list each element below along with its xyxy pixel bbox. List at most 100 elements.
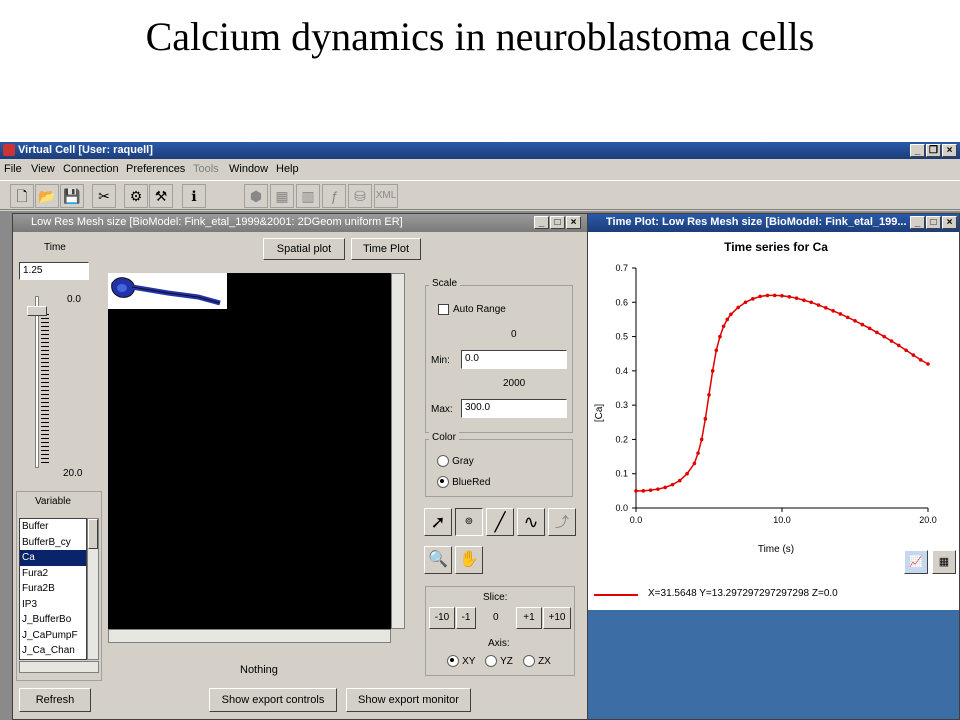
y-tick-label: 0.2 [615,434,628,444]
list-item[interactable]: Fura2B [20,581,86,597]
legend-line [594,594,638,596]
close-icon[interactable]: × [942,216,957,229]
list-item[interactable]: J_BufferBo [20,612,86,628]
data-viewer-title: Low Res Mesh size [BioModel: Fink_etal_1… [31,216,403,228]
bluered-radio[interactable]: BlueRed [437,476,490,489]
data-point [703,417,708,421]
canvas-vscrollbar[interactable] [391,273,405,629]
desktop: Low Res Mesh size [BioModel: Fink_etal_1… [0,211,960,720]
app-window: Virtual Cell [User: raquell] _ ❐ × File … [0,142,960,720]
geometry-icon[interactable]: ⬢ [244,184,268,208]
refresh-button[interactable]: Refresh [19,688,91,712]
auto-range-checkbox[interactable] [438,304,449,315]
menu-preferences[interactable]: Preferences [126,159,185,179]
menu-window[interactable]: Window [229,159,268,179]
y-tick-label: 0.1 [615,469,628,479]
info-icon[interactable]: ℹ [182,184,206,208]
curve-tool-icon[interactable]: ∿ [517,508,545,536]
database-icon[interactable]: ⛁ [348,184,372,208]
minimize-icon[interactable]: _ [910,144,925,157]
list-item[interactable]: Buffer [20,519,86,535]
minimize-icon[interactable]: _ [910,216,925,229]
open-icon[interactable]: 📂 [35,184,59,208]
max-hint: 2000 [503,378,526,389]
chart-xlabel: Time (s) [758,544,794,555]
restore-icon[interactable]: ❐ [926,144,941,157]
cut-icon[interactable]: ✂ [92,184,116,208]
show-export-monitor-button[interactable]: Show export monitor [346,688,471,712]
function-icon[interactable]: ƒ [322,184,346,208]
zoom-icon[interactable]: 🔍 [424,546,452,574]
data-point [725,317,730,322]
min-field[interactable]: 0.0 [461,350,567,369]
chart-view-icon[interactable]: 📈 [904,550,928,574]
variable-list-hscrollbar[interactable] [19,661,99,673]
menu-view[interactable]: View [31,159,55,179]
tools-icon[interactable]: ⚒ [149,184,173,208]
point-tool-icon[interactable]: ⊚ [455,508,483,536]
data-point [809,300,813,305]
table-view-icon[interactable]: ▦ [932,550,956,574]
data-point [867,326,872,331]
data-point [758,294,762,299]
slice-minus1-button[interactable]: -1 [456,607,476,629]
menu-help[interactable]: Help [276,159,299,179]
data-point [729,312,733,317]
show-export-controls-button[interactable]: Show export controls [209,688,337,712]
save-icon[interactable]: 💾 [60,184,84,208]
maximize-icon[interactable]: □ [550,216,565,229]
spline-tool-icon[interactable]: ⤴ [548,508,576,536]
y-tick-label: 0.5 [615,332,628,342]
list-item[interactable]: J_CaPumpF [20,628,86,644]
max-field[interactable]: 300.0 [461,399,567,418]
data-point [831,309,835,313]
menu-connection[interactable]: Connection [63,159,119,179]
list-item[interactable]: IP3 [20,597,86,613]
chart-icon[interactable]: ▥ [296,184,320,208]
list-item[interactable]: Fura2 [20,566,86,582]
menu-tools[interactable]: Tools [193,159,219,179]
minimize-icon[interactable]: _ [534,216,549,229]
list-item[interactable]: J_Ca_Chan [20,643,86,659]
zx-radio[interactable]: ZX [523,655,551,668]
maximize-icon[interactable]: □ [926,216,941,229]
list-item[interactable]: BufferB_cy [20,535,86,551]
line-tool-icon[interactable]: ╱ [486,508,514,536]
time-slider-track[interactable] [35,296,39,468]
yz-radio[interactable]: YZ [485,655,513,668]
spatial-plot-button[interactable]: Spatial plot [263,238,345,260]
slice-plus1-button[interactable]: +1 [516,607,542,629]
new-icon[interactable]: 🗋 [10,184,34,208]
xy-radio-label: XY [462,656,476,667]
x-tick-label: 10.0 [773,515,791,525]
mesh-icon[interactable]: ▦ [270,184,294,208]
select-arrow-icon[interactable]: ➚ [424,508,452,536]
data-point [634,489,638,493]
list-item-selected[interactable]: Ca [20,550,86,566]
slice-plus10-button[interactable]: +10 [543,607,571,629]
variable-list-vscrollbar[interactable] [87,518,99,660]
auto-range-label: Auto Range [453,304,506,315]
close-icon[interactable]: × [942,144,957,157]
model-icon[interactable]: ⚙ [124,184,148,208]
xml-icon[interactable]: XML [374,184,398,208]
menu-file[interactable]: File [4,159,22,179]
time-series-chart[interactable]: Time series for Ca [Ca] Time (s) 0.0 0.1 0… [588,232,959,562]
canvas-hscrollbar[interactable] [108,629,391,643]
image-canvas[interactable] [108,273,391,629]
time-plot-button[interactable]: Time Plot [351,238,421,260]
gray-radio[interactable]: Gray [437,455,474,468]
status-text: Nothing [240,664,278,676]
time-field[interactable]: 1.25 [19,262,89,280]
min-label: Min: [431,355,450,366]
time-plot-window: Time Plot: Low Res Mesh size [BioModel: … [587,213,960,720]
variable-list[interactable]: Buffer BufferB_cy Ca Fura2 Fura2B IP3 J_… [19,518,87,660]
y-tick-label: 0.7 [615,263,628,273]
close-icon[interactable]: × [566,216,581,229]
pan-hand-icon[interactable]: ✋ [455,546,483,574]
slice-minus10-button[interactable]: -10 [429,607,455,629]
xy-radio[interactable]: XY [447,655,476,668]
time-slider-thumb[interactable] [27,306,47,316]
data-point [794,296,799,300]
data-point [714,348,719,353]
